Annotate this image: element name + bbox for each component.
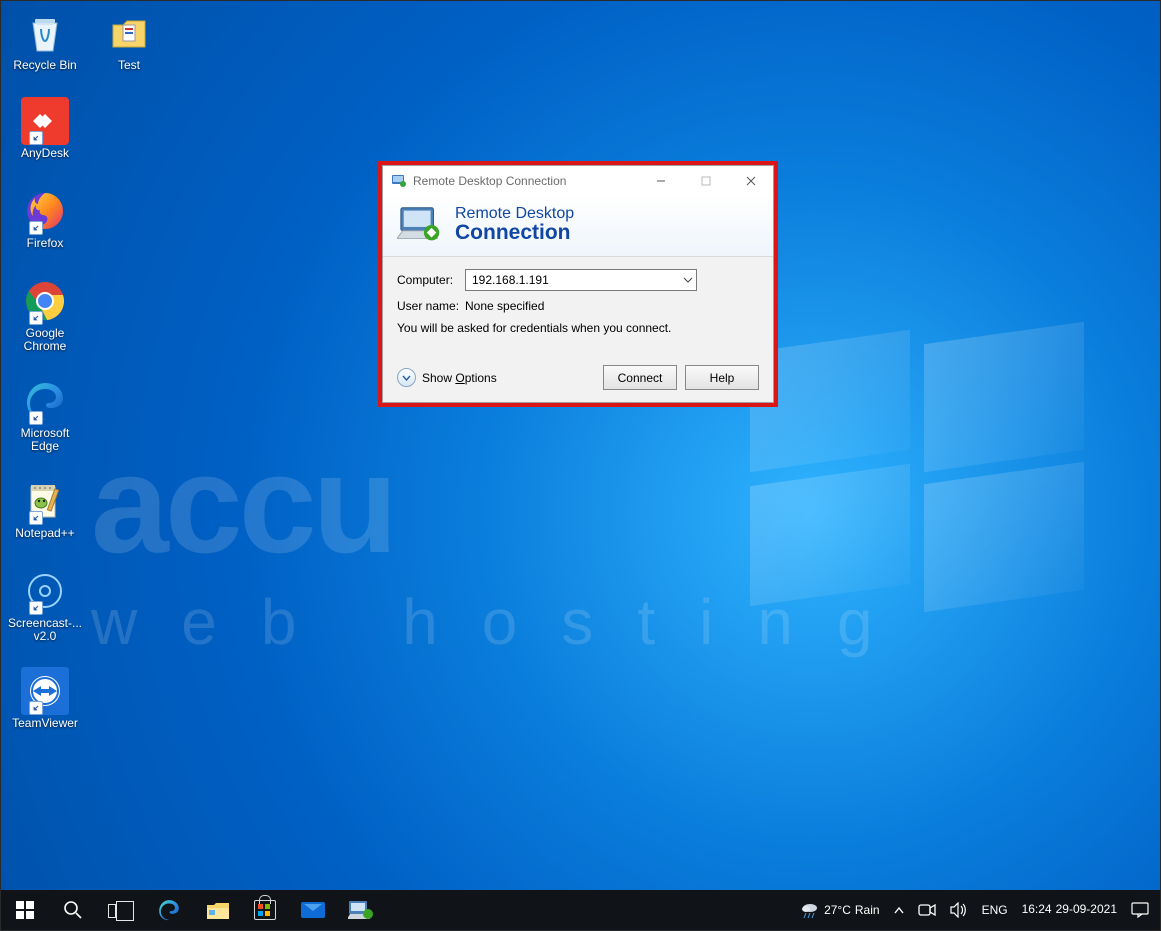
desktop[interactable]: Recycle Bin Test AnyDesk [1,1,1160,890]
close-button[interactable] [728,166,773,196]
search-icon [63,900,83,920]
desktop-icon-edge[interactable]: Microsoft Edge [7,377,83,453]
taskbar-app-mail[interactable] [289,890,337,930]
weather-temp: 27°C [824,903,851,917]
shortcut-arrow-icon [29,311,43,325]
rdc-window-title: Remote Desktop Connection [413,174,566,188]
desktop-icon-screencast[interactable]: Screencast-... v2.0 [7,567,83,643]
show-options-button[interactable]: Show Options [397,368,497,387]
rdc-banner-line2: Connection [455,222,574,244]
desktop-icon-label: TeamViewer [7,717,83,730]
shortcut-arrow-icon [29,701,43,715]
shortcut-arrow-icon [29,221,43,235]
tray-meet-now[interactable] [911,890,943,930]
folder-icon [105,9,153,57]
weather-condition: Rain [855,903,880,917]
edge-icon [21,377,69,425]
desktop-icon-firefox[interactable]: Firefox [7,187,83,250]
desktop-icon-label: Microsoft Edge [7,427,83,453]
computer-combobox[interactable] [465,269,697,291]
shortcut-arrow-icon [29,601,43,615]
search-button[interactable] [49,890,97,930]
desktop-icon-label: Google Chrome [7,327,83,353]
maximize-button[interactable] [683,166,728,196]
rdc-banner: Remote Desktop Connection [383,196,773,257]
edge-icon [157,898,181,922]
desktop-icon-label: Test [91,59,167,72]
clock-date: 29-09-2021 [1056,903,1117,917]
shortcut-arrow-icon [29,411,43,425]
credentials-hint: You will be asked for credentials when y… [397,321,759,335]
chevron-up-icon [894,907,904,914]
rdc-titlebar[interactable]: Remote Desktop Connection [383,166,773,196]
username-value: None specified [465,299,544,313]
desktop-icon-label: Firefox [7,237,83,250]
desktop-icon-label: Notepad++ [7,527,83,540]
ms-store-icon [254,900,276,920]
desktop-icon-chrome[interactable]: Google Chrome [7,277,83,353]
rdc-banner-icon [397,204,445,246]
tray-clock[interactable]: 16:24 29-09-2021 [1015,890,1124,930]
meet-now-icon [918,903,936,917]
rdc-window[interactable]: Remote Desktop Connection Remote Deskto [382,165,774,403]
desktop-icon-notepadpp[interactable]: Notepad++ [7,477,83,540]
tray-action-center[interactable] [1124,890,1156,930]
taskview-button[interactable] [97,890,145,930]
desktop-icon-label: AnyDesk [7,147,83,160]
taskbar-app-explorer[interactable] [193,890,241,930]
rdc-banner-line1: Remote Desktop [455,206,574,223]
desktop-icon-anydesk[interactable]: AnyDesk [7,97,83,160]
volume-icon [950,902,968,918]
rdc-highlight-border: Remote Desktop Connection Remote Deskto [378,161,778,407]
system-tray: 27°C Rain ENG 16:24 29-09-2021 [793,890,1160,930]
file-explorer-icon [206,901,228,919]
notepadpp-icon [21,477,69,525]
rdc-titlebar-icon [391,173,407,189]
chrome-icon [21,277,69,325]
help-button[interactable]: Help [685,365,759,390]
windows-logo-icon [16,901,34,919]
rdc-taskbar-icon [348,899,374,921]
desktop-icon-teamviewer[interactable]: TeamViewer [7,667,83,730]
desktop-icon-label: Screencast-... v2.0 [7,617,83,643]
recycle-bin-icon [21,9,69,57]
firefox-icon [21,187,69,235]
mail-icon [301,902,325,918]
tray-volume[interactable] [943,890,975,930]
desktop-icon-recycle-bin[interactable]: Recycle Bin [7,9,83,72]
taskbar-app-rdc[interactable] [337,890,385,930]
start-button[interactable] [1,890,49,930]
clock-time: 16:24 [1022,903,1052,917]
taskbar-app-edge[interactable] [145,890,193,930]
expand-down-icon [397,368,416,387]
desktop-icon-label: Recycle Bin [7,59,83,72]
desktop-icon-test-folder[interactable]: Test [91,9,167,72]
shortcut-arrow-icon [29,131,43,145]
screencast-icon [21,567,69,615]
weather-rain-icon [800,900,820,920]
tray-overflow-button[interactable] [887,890,911,930]
taskbar[interactable]: 27°C Rain ENG 16:24 29-09-2021 [1,890,1160,930]
computer-label: Computer: [397,273,465,287]
tray-language[interactable]: ENG [975,890,1015,930]
computer-input[interactable] [465,269,697,291]
connect-button[interactable]: Connect [603,365,677,390]
minimize-button[interactable] [638,166,683,196]
notification-icon [1131,902,1149,918]
username-label: User name: [397,299,465,313]
weather-widget[interactable]: 27°C Rain [793,890,887,930]
taskbar-app-store[interactable] [241,890,289,930]
shortcut-arrow-icon [29,511,43,525]
taskview-icon [108,901,134,919]
